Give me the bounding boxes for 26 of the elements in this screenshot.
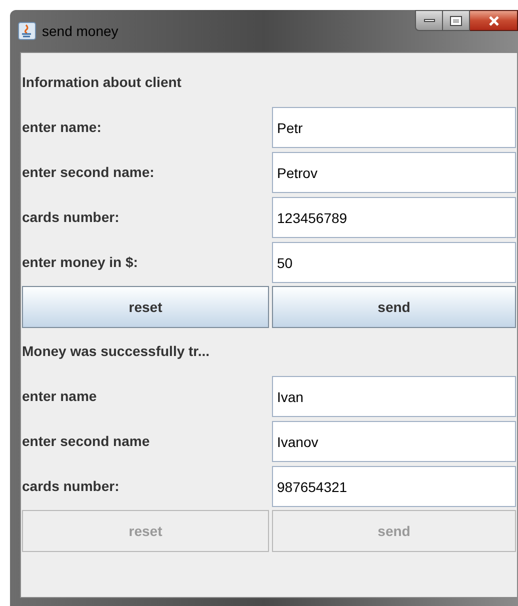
- input-field[interactable]: Ivanov: [272, 421, 516, 462]
- close-button[interactable]: [470, 10, 518, 31]
- input-field[interactable]: Petrov: [272, 152, 516, 193]
- input-field[interactable]: 123456789: [272, 197, 516, 238]
- field-label: enter name:: [22, 118, 102, 137]
- action-button[interactable]: send: [272, 286, 516, 328]
- window-title: send money: [42, 22, 118, 41]
- input-field[interactable]: Ivan: [272, 376, 516, 417]
- close-icon: [488, 16, 500, 26]
- minimize-icon: [424, 19, 434, 22]
- field-label: enter second name: [22, 432, 151, 451]
- action-button[interactable]: reset: [22, 286, 269, 328]
- status-message: Money was successfully tr...: [22, 342, 210, 361]
- minimize-button[interactable]: [415, 10, 443, 31]
- field-label: enter money in $:: [22, 253, 139, 272]
- field-label: cards number:: [22, 477, 120, 496]
- field-label: enter second name:: [22, 163, 156, 182]
- app-icon: [18, 22, 36, 40]
- input-field[interactable]: 987654321: [272, 466, 516, 507]
- section-heading: Information about client: [22, 73, 182, 92]
- field-label: enter name: [22, 387, 98, 406]
- maximize-button[interactable]: [443, 10, 470, 31]
- input-field[interactable]: 50: [272, 242, 516, 283]
- field-label: cards number:: [22, 208, 120, 227]
- maximize-icon: [451, 16, 461, 24]
- input-field[interactable]: Petr: [272, 107, 516, 148]
